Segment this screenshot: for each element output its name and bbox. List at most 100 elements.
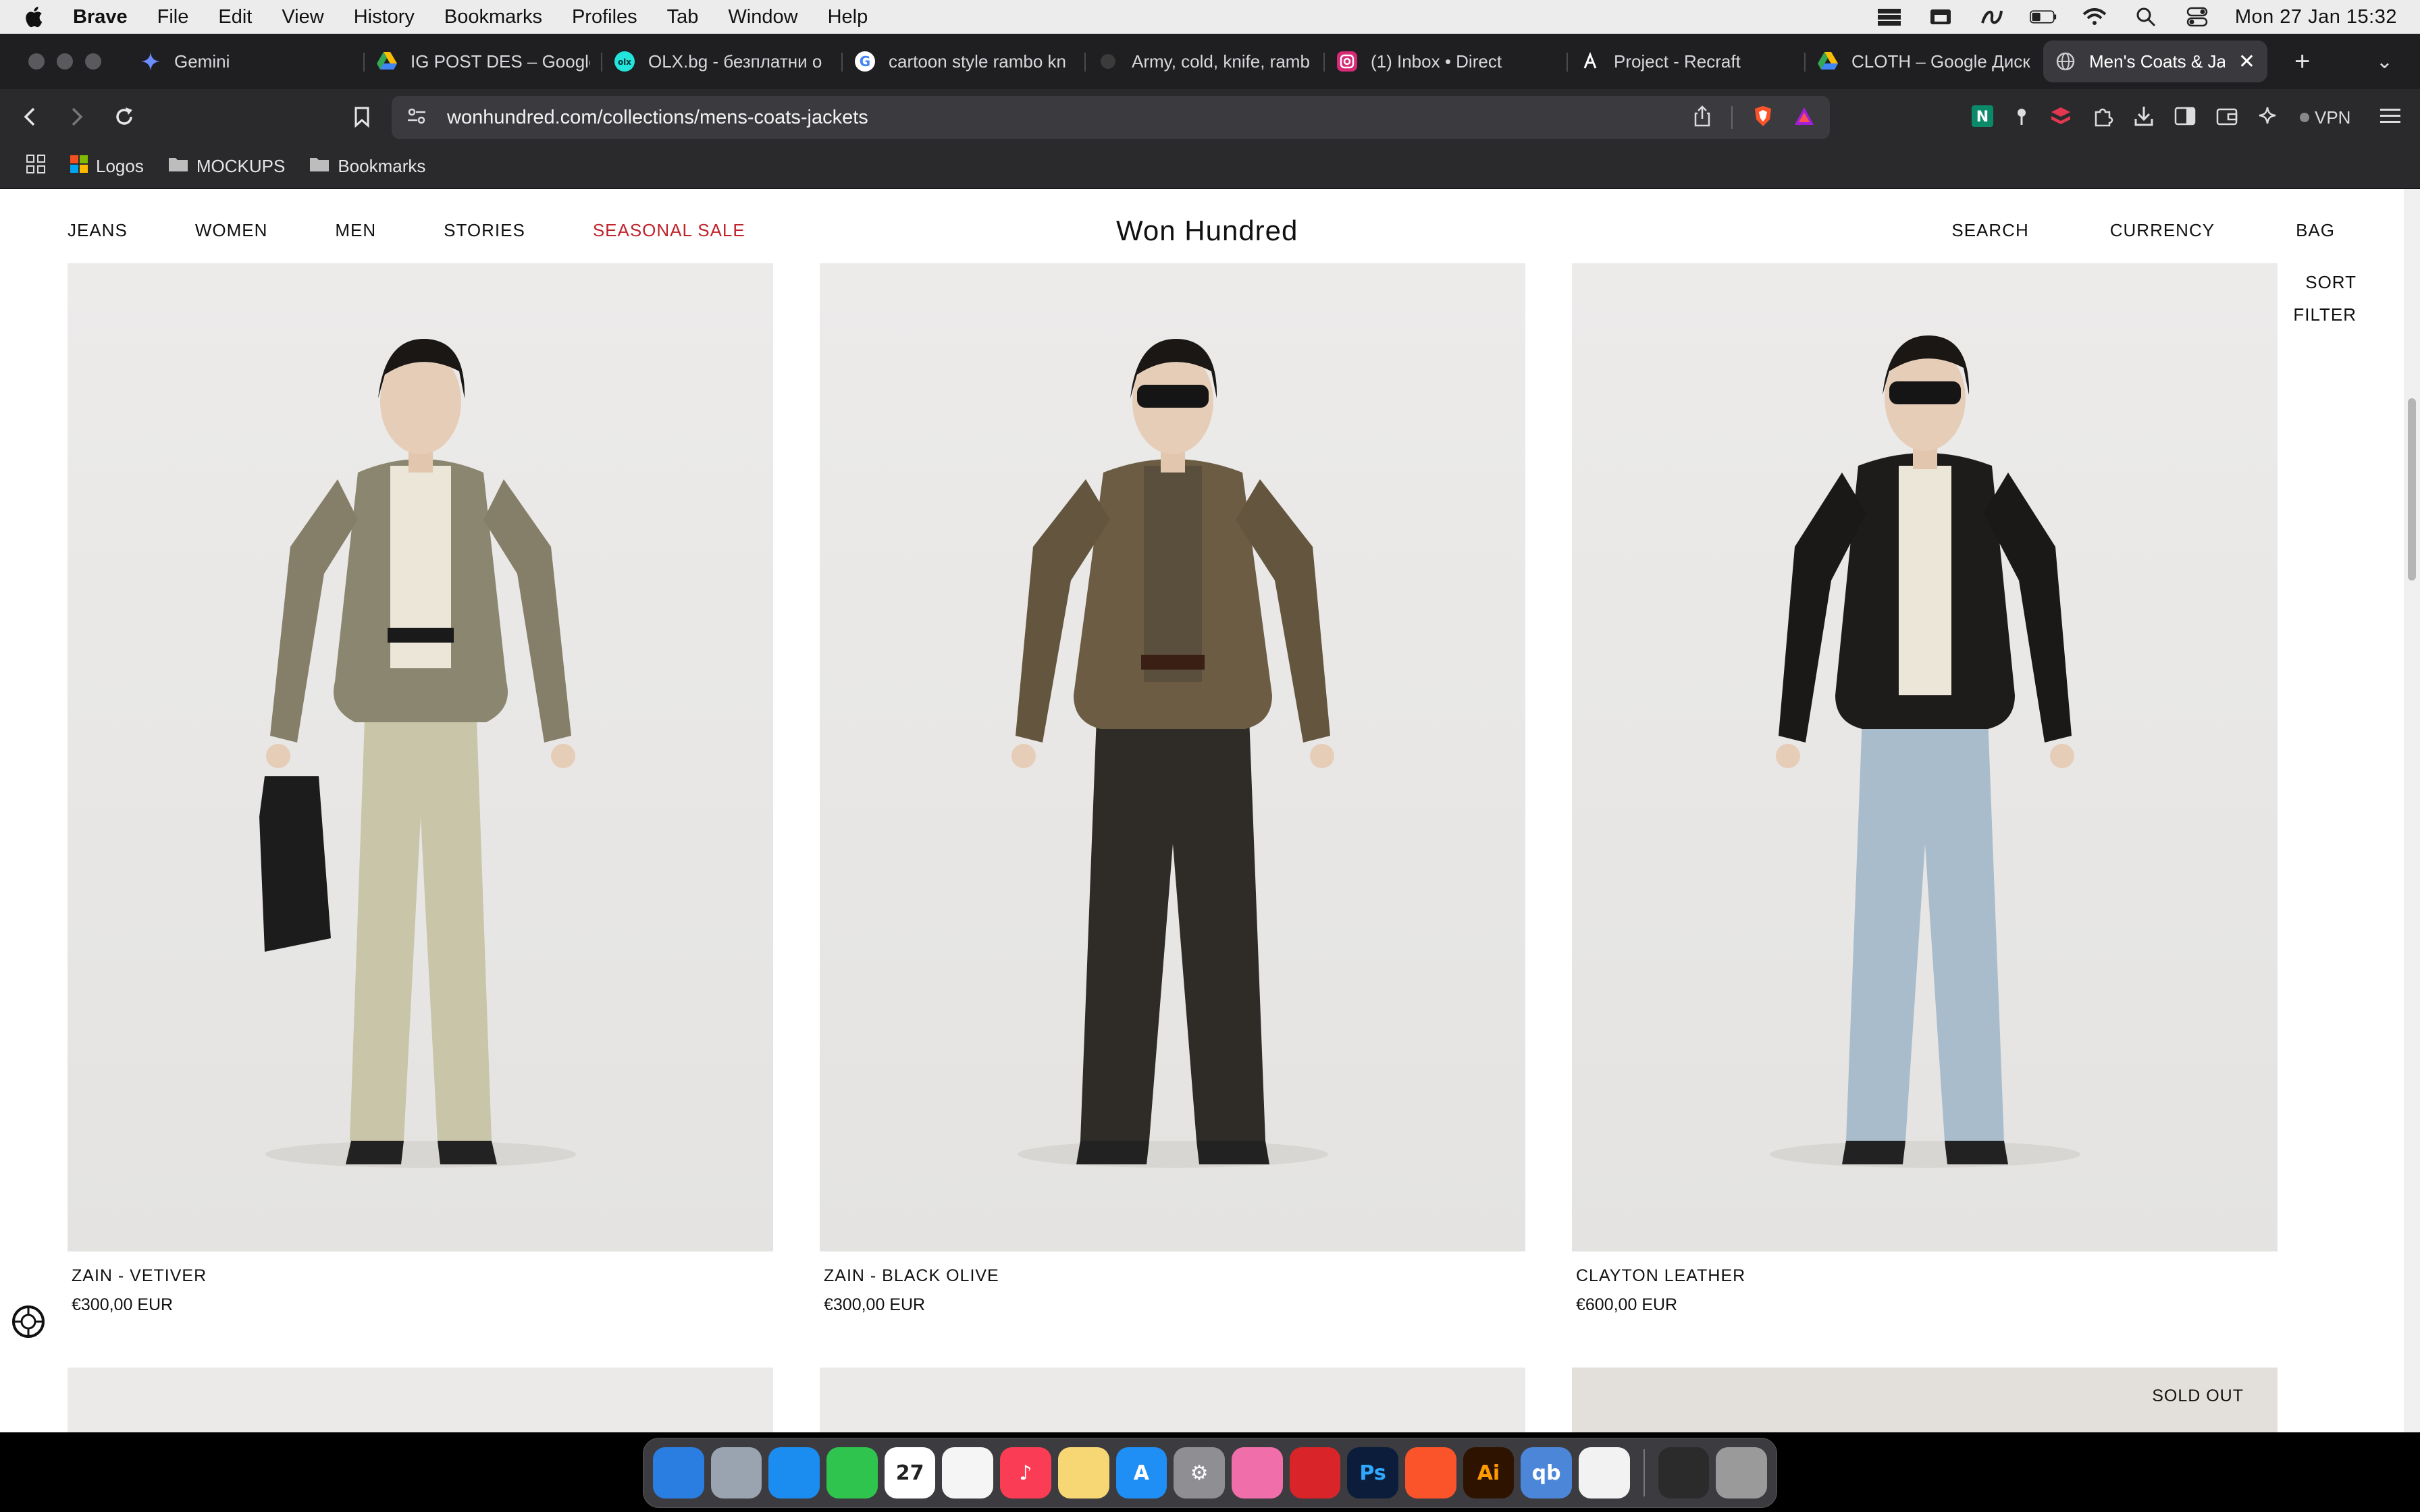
filter-button[interactable]: FILTER	[2293, 298, 2357, 331]
nav-bag[interactable]: BAG	[2296, 220, 2335, 241]
bookmark-page-icon[interactable]	[342, 97, 382, 137]
spotlight-search-icon[interactable]	[2132, 6, 2159, 28]
cloud-drive-icon[interactable]	[1927, 6, 1954, 28]
product-image-next-row[interactable]	[68, 1368, 773, 1432]
product-name[interactable]: ZAIN - BLACK OLIVE	[824, 1266, 1525, 1286]
menu-window[interactable]: Window	[728, 6, 797, 28]
facetime-icon[interactable]	[826, 1447, 878, 1498]
nav-currency[interactable]: CURRENCY	[2110, 220, 2215, 241]
product-name[interactable]: CLAYTON LEATHER	[1576, 1266, 2278, 1286]
new-tab-button[interactable]: +	[2294, 47, 2310, 77]
stack-extension-icon[interactable]	[2050, 106, 2072, 130]
tab-instagram-inbox[interactable]: (1) Inbox • Direct	[1325, 40, 1568, 82]
url-text[interactable]: wonhundred.com/collections/mens-coats-ja…	[447, 107, 868, 129]
launchpad-icon[interactable]	[710, 1447, 762, 1498]
notes-icon[interactable]	[1057, 1447, 1109, 1498]
menu-edit[interactable]: Edit	[218, 6, 252, 28]
freeform-icon[interactable]	[1579, 1447, 1630, 1498]
tab-list-chevron-icon[interactable]: ⌄	[2376, 50, 2393, 74]
system-settings-icon[interactable]: ⚙	[1174, 1447, 1225, 1498]
extensions-puzzle-icon[interactable]	[2092, 105, 2113, 130]
tab-gemini[interactable]: Gemini	[128, 40, 365, 82]
calendar-icon[interactable]: 27	[884, 1447, 936, 1498]
qbittorrent-icon[interactable]: qb	[1521, 1447, 1572, 1498]
safari-icon[interactable]	[768, 1447, 820, 1498]
tab-cartoon-style[interactable]: G cartoon style rambo kn	[843, 40, 1086, 82]
product-image-next-row[interactable]	[820, 1368, 1525, 1432]
close-tab-icon[interactable]: ✕	[2238, 50, 2255, 74]
apple-icon[interactable]	[23, 4, 47, 30]
brave-shields-icon[interactable]	[1753, 105, 1773, 131]
product-image[interactable]	[68, 263, 773, 1251]
zoom-window-button[interactable]	[85, 53, 101, 70]
screen-app-icon[interactable]	[1658, 1447, 1710, 1498]
app-menu-brave[interactable]: Brave	[73, 6, 128, 28]
reminders-icon[interactable]	[942, 1447, 994, 1498]
apps-grid-icon[interactable]	[26, 154, 46, 179]
downloads-icon[interactable]	[2134, 105, 2154, 130]
battery-icon[interactable]	[2029, 6, 2057, 28]
tab-olx[interactable]: olx OLX.bg - безплатни о	[602, 40, 843, 82]
nav-men[interactable]: MEN	[335, 220, 376, 241]
illustrator-icon[interactable]: Ai	[1463, 1447, 1515, 1498]
tab-army-cold-knife[interactable]: Army, cold, knife, ramb	[1086, 40, 1325, 82]
nav-seasonal-sale[interactable]: SEASONAL SALE	[593, 220, 745, 241]
accessibility-widget-icon[interactable]	[9, 1303, 47, 1341]
menubar-clock[interactable]: Mon 27 Jan 15:32	[2235, 6, 2397, 28]
notion-extension-icon[interactable]: N	[1972, 105, 1993, 130]
nav-jeans[interactable]: JEANS	[68, 220, 128, 241]
photoshop-icon[interactable]: Ps	[1347, 1447, 1398, 1498]
tab-cloth-google-drive[interactable]: CLOTH – Google Диск	[1806, 40, 2043, 82]
menu-profiles[interactable]: Profiles	[572, 6, 637, 28]
tab-ig-post-des[interactable]: IG POST DES – Google	[365, 40, 602, 82]
product-image-next-row[interactable]: SOLD OUT	[1572, 1368, 2278, 1432]
main-menu-icon[interactable]	[2380, 107, 2401, 128]
menu-bookmarks[interactable]: Bookmarks	[444, 6, 542, 28]
back-button[interactable]	[9, 97, 50, 137]
minimize-window-button[interactable]	[57, 53, 73, 70]
trash-icon[interactable]	[1716, 1447, 1768, 1498]
finder-icon[interactable]	[653, 1447, 704, 1498]
music-icon[interactable]: ♪	[1000, 1447, 1051, 1498]
nav-search[interactable]: SEARCH	[1951, 220, 2028, 241]
wallet-icon[interactable]	[2216, 107, 2238, 129]
media-app-icon[interactable]	[1289, 1447, 1341, 1498]
share-icon[interactable]	[1693, 105, 1711, 130]
site-logo[interactable]: Won Hundred	[1116, 215, 1298, 247]
bookmark-folder-mockups[interactable]: MOCKUPS	[168, 156, 285, 177]
nav-women[interactable]: WOMEN	[195, 220, 268, 241]
scrollbar-thumb[interactable]	[2408, 398, 2416, 580]
menu-help[interactable]: Help	[828, 6, 868, 28]
brave-icon[interactable]	[1404, 1447, 1456, 1498]
image-app-icon[interactable]	[1231, 1447, 1283, 1498]
page-scrollbar[interactable]	[2404, 189, 2420, 1432]
product-card[interactable]: ZAIN - VETIVER €300,00 EUR	[68, 263, 773, 1315]
product-card[interactable]: CLAYTON LEATHER €600,00 EUR	[1572, 263, 2278, 1315]
wifi-icon[interactable]	[2081, 6, 2108, 28]
product-name[interactable]: ZAIN - VETIVER	[72, 1266, 773, 1286]
forward-button[interactable]	[57, 97, 97, 137]
sidebar-toggle-icon[interactable]	[2174, 107, 2196, 129]
product-image[interactable]	[820, 263, 1525, 1251]
sort-button[interactable]: SORT	[2293, 266, 2357, 298]
tab-recraft[interactable]: Project - Recraft	[1568, 40, 1806, 82]
bookmark-folder-bookmarks[interactable]: Bookmarks	[309, 156, 425, 177]
control-center-icon[interactable]	[2184, 6, 2211, 28]
brave-rewards-icon[interactable]	[1793, 106, 1815, 130]
pin-extension-icon[interactable]	[2014, 106, 2030, 130]
close-window-button[interactable]	[28, 53, 45, 70]
leo-ai-icon[interactable]	[2258, 105, 2280, 130]
stack-menu-icon[interactable]	[1876, 6, 1903, 28]
reload-button[interactable]	[104, 97, 144, 137]
menu-history[interactable]: History	[354, 6, 415, 28]
tab-mens-coats-jackets[interactable]: Men's Coats & Jac ✕	[2043, 40, 2267, 82]
vpn-button[interactable]: VPN	[2300, 107, 2350, 128]
menu-view[interactable]: View	[282, 6, 323, 28]
bookmark-logos[interactable]: Logos	[70, 155, 144, 178]
script-app-icon[interactable]	[1978, 6, 2005, 28]
product-card[interactable]: ZAIN - BLACK OLIVE €300,00 EUR	[820, 263, 1525, 1315]
app-store-icon[interactable]: A	[1115, 1447, 1167, 1498]
menu-tab[interactable]: Tab	[667, 6, 699, 28]
product-image[interactable]	[1572, 263, 2278, 1251]
address-bar[interactable]: wonhundred.com/collections/mens-coats-ja…	[392, 96, 1830, 139]
